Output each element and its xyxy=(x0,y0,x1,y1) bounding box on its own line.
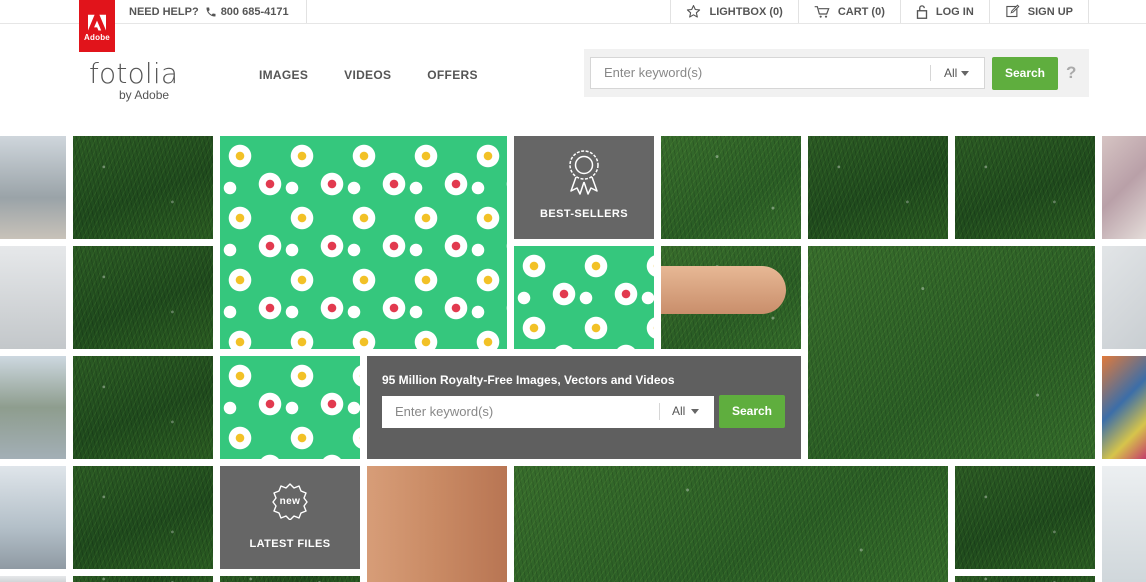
brand-byline: by Adobe xyxy=(119,88,170,102)
mosaic-photo[interactable] xyxy=(220,576,360,582)
mosaic-photo[interactable] xyxy=(808,246,1095,459)
brand-name: fotolia xyxy=(89,57,179,90)
adobe-logo[interactable]: Adobe xyxy=(79,0,115,52)
mosaic-photo[interactable] xyxy=(808,136,948,239)
mosaic-photo[interactable] xyxy=(73,356,213,459)
mosaic-photo[interactable] xyxy=(0,136,66,239)
cart-icon xyxy=(814,5,830,18)
mosaic-photo[interactable] xyxy=(1102,356,1146,459)
hero-search: 95 Million Royalty-Free Images, Vectors … xyxy=(367,356,801,459)
adobe-logo-icon xyxy=(88,14,106,31)
mosaic-photo[interactable] xyxy=(0,246,66,349)
new-badge-label: new xyxy=(279,496,301,507)
lightbox-label: LIGHTBOX (0) xyxy=(709,5,783,18)
mosaic-photo[interactable] xyxy=(1102,466,1146,582)
cart-link[interactable]: CART (0) xyxy=(797,0,900,23)
account-nav: LIGHTBOX (0) CART (0) LOG IN SIGN UP xyxy=(670,0,1089,23)
header-search-input[interactable]: Enter keyword(s) xyxy=(590,57,930,89)
bestsellers-label: BEST-SELLERS xyxy=(540,208,628,220)
mosaic-photo[interactable] xyxy=(514,246,654,349)
mosaic-photo[interactable] xyxy=(661,136,801,239)
mosaic-photo[interactable] xyxy=(661,246,801,349)
nav-videos[interactable]: VIDEOS xyxy=(344,68,391,82)
image-mosaic: BEST-SELLERS new LATEST FILES 95 Million… xyxy=(0,136,1146,582)
latest-files-label: LATEST FILES xyxy=(249,538,331,550)
help-label: NEED HELP? xyxy=(129,6,199,18)
signup-link[interactable]: SIGN UP xyxy=(988,0,1089,23)
latest-files-tile[interactable]: new LATEST FILES xyxy=(220,466,360,569)
nav-offers[interactable]: OFFERS xyxy=(427,68,477,82)
filter-value: All xyxy=(944,66,958,80)
mosaic-photo[interactable] xyxy=(514,466,948,582)
header-search-filter[interactable]: All xyxy=(930,57,985,89)
login-link[interactable]: LOG IN xyxy=(899,0,989,23)
help-question-icon[interactable]: ? xyxy=(1066,63,1076,83)
mosaic-photo[interactable] xyxy=(0,576,66,582)
mosaic-photo[interactable] xyxy=(73,576,213,582)
header-search: Enter keyword(s) All Search ? xyxy=(584,49,1089,97)
hero-search-input[interactable]: Enter keyword(s) xyxy=(382,396,659,428)
edit-icon xyxy=(1006,4,1020,18)
mosaic-photo[interactable] xyxy=(367,466,507,582)
lightbox-link[interactable]: LIGHTBOX (0) xyxy=(670,0,797,23)
hero-search-button[interactable]: Search xyxy=(719,395,785,428)
mosaic-photo[interactable] xyxy=(73,246,213,349)
phone-icon xyxy=(206,7,216,17)
lock-icon xyxy=(916,5,928,19)
hero-search-title: 95 Million Royalty-Free Images, Vectors … xyxy=(382,373,675,387)
login-label: LOG IN xyxy=(935,5,974,18)
mosaic-photo[interactable] xyxy=(1102,246,1146,349)
mosaic-photo[interactable] xyxy=(220,356,360,459)
mosaic-photo[interactable] xyxy=(73,466,213,569)
arm-shape xyxy=(661,266,786,314)
phone-number: 800 685-4171 xyxy=(220,6,289,18)
mosaic-photo[interactable] xyxy=(1102,136,1146,239)
mosaic-photo[interactable] xyxy=(73,136,213,239)
chevron-down-icon xyxy=(961,71,969,76)
mosaic-photo[interactable] xyxy=(220,136,507,349)
chevron-down-icon xyxy=(691,409,699,414)
mosaic-photo[interactable] xyxy=(955,466,1095,569)
help-phone[interactable]: 800 685-4171 xyxy=(205,4,289,20)
divider xyxy=(306,0,307,23)
star-icon xyxy=(687,5,701,18)
header-search-button[interactable]: Search xyxy=(992,57,1058,90)
bestsellers-tile[interactable]: BEST-SELLERS xyxy=(514,136,654,239)
adobe-logo-text: Adobe xyxy=(84,33,110,42)
hero-filter-value: All xyxy=(672,404,686,418)
award-ribbon-icon xyxy=(569,150,599,195)
cart-label: CART (0) xyxy=(837,5,885,18)
mosaic-photo[interactable] xyxy=(955,576,1095,582)
mosaic-photo[interactable] xyxy=(0,466,66,569)
hero-search-filter[interactable]: All xyxy=(659,396,714,428)
top-bar: NEED HELP? 800 685-4171 LIGHTBOX (0) CAR… xyxy=(0,0,1146,24)
nav-images[interactable]: IMAGES xyxy=(259,68,308,82)
fotolia-logo[interactable]: fotolia by Adobe xyxy=(89,57,179,103)
mosaic-photo[interactable] xyxy=(0,356,66,459)
main-nav: IMAGES VIDEOS OFFERS xyxy=(259,68,478,82)
signup-label: SIGN UP xyxy=(1027,5,1073,18)
mosaic-photo[interactable] xyxy=(955,136,1095,239)
help-contact: NEED HELP? 800 685-4171 xyxy=(129,0,289,23)
